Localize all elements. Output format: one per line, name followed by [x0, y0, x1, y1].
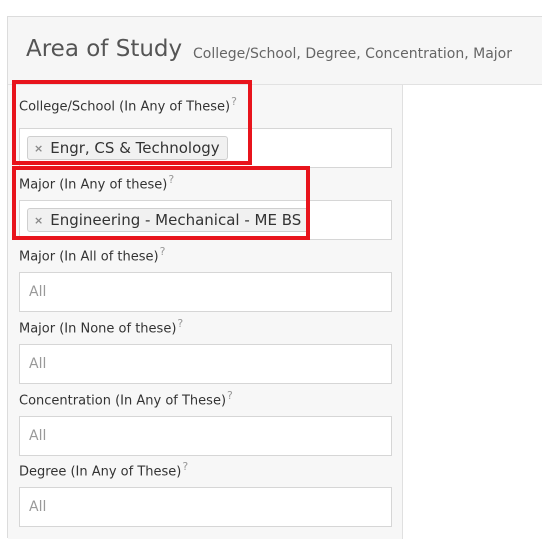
filter-column: College/School (In Any of These)? × Engr… — [8, 85, 403, 539]
concentration-label: Concentration (In Any of These)? — [19, 389, 233, 408]
results-area — [403, 85, 542, 539]
major-any-label-text: Major (In Any of these) — [19, 177, 168, 193]
selected-token: × Engr, CS & Technology — [27, 136, 228, 160]
major-all-label: Major (In All of these)? — [19, 245, 165, 264]
top-strip — [0, 0, 542, 16]
help-icon[interactable]: ? — [231, 95, 237, 108]
help-icon[interactable]: ? — [160, 245, 166, 258]
panel-title: Area of Study — [26, 36, 183, 62]
college-school-label-text: College/School (In Any of These) — [19, 99, 231, 115]
help-icon[interactable]: ? — [227, 389, 233, 402]
degree-label: Degree (In Any of These)? — [19, 460, 188, 479]
area-of-study-panel: Area of Study College/School, Degree, Co… — [7, 16, 542, 539]
placeholder-text: All — [29, 356, 47, 372]
concentration-label-text: Concentration (In Any of These) — [19, 393, 227, 409]
selected-token: × Engineering - Mechanical - ME BS — [27, 208, 310, 232]
panel-subtitle: College/School, Degree, Concentration, M… — [193, 46, 512, 62]
help-icon[interactable]: ? — [168, 173, 174, 186]
college-school-label: College/School (In Any of These)? — [19, 95, 237, 114]
major-none-label-text: Major (In None of these) — [19, 321, 177, 337]
major-all-label-text: Major (In All of these) — [19, 249, 159, 265]
token-label: Engr, CS & Technology — [50, 139, 220, 157]
help-icon[interactable]: ? — [177, 317, 183, 330]
remove-token-icon[interactable]: × — [34, 142, 43, 155]
help-icon[interactable]: ? — [182, 460, 188, 473]
degree-input[interactable]: All — [19, 487, 392, 527]
placeholder-text: All — [29, 284, 47, 300]
major-any-input[interactable]: × Engineering - Mechanical - ME BS — [19, 200, 392, 240]
major-none-input[interactable]: All — [19, 344, 392, 384]
college-school-input[interactable]: × Engr, CS & Technology — [19, 128, 392, 168]
placeholder-text: All — [29, 428, 47, 444]
major-none-label: Major (In None of these)? — [19, 317, 183, 336]
remove-token-icon[interactable]: × — [34, 214, 43, 227]
token-label: Engineering - Mechanical - ME BS — [50, 211, 302, 229]
panel-header: Area of Study College/School, Degree, Co… — [8, 17, 542, 85]
concentration-input[interactable]: All — [19, 416, 392, 456]
degree-label-text: Degree (In Any of These) — [19, 464, 182, 480]
placeholder-text: All — [29, 499, 47, 515]
major-all-input[interactable]: All — [19, 272, 392, 312]
major-any-label: Major (In Any of these)? — [19, 173, 174, 192]
